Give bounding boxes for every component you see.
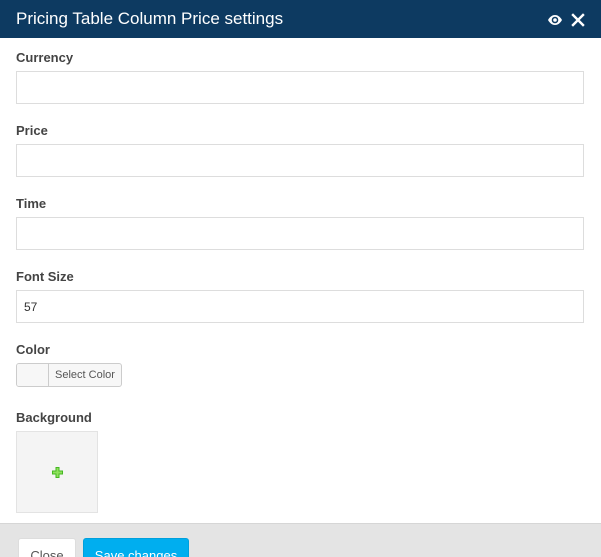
background-label: Background (16, 410, 92, 425)
save-changes-button[interactable]: Save changes (83, 538, 189, 557)
font-size-input[interactable] (16, 290, 584, 323)
currency-input[interactable] (16, 71, 584, 104)
color-label: Color (16, 342, 50, 357)
background-image-picker[interactable] (16, 431, 98, 513)
titlebar-actions (547, 12, 585, 28)
time-input[interactable] (16, 217, 584, 250)
settings-dialog: Pricing Table Column Price settings Curr… (0, 0, 601, 557)
price-input[interactable] (16, 144, 584, 177)
color-swatch[interactable] (17, 364, 49, 386)
currency-label: Currency (16, 50, 74, 65)
dialog-body: Currency Price Time Font Size Color Sele… (0, 38, 601, 523)
select-color-button[interactable]: Select Color (16, 363, 122, 387)
plus-icon[interactable] (52, 467, 63, 478)
close-icon[interactable] (571, 13, 585, 27)
time-label: Time (16, 196, 47, 211)
close-button[interactable]: Close (18, 538, 76, 557)
font-size-label: Font Size (16, 269, 74, 284)
dialog-titlebar: Pricing Table Column Price settings (0, 0, 601, 38)
eye-icon[interactable] (547, 12, 563, 28)
select-color-label: Select Color (55, 369, 115, 381)
price-label: Price (16, 123, 48, 138)
dialog-footer: Close Save changes (0, 523, 601, 557)
dialog-title: Pricing Table Column Price settings (16, 9, 284, 28)
